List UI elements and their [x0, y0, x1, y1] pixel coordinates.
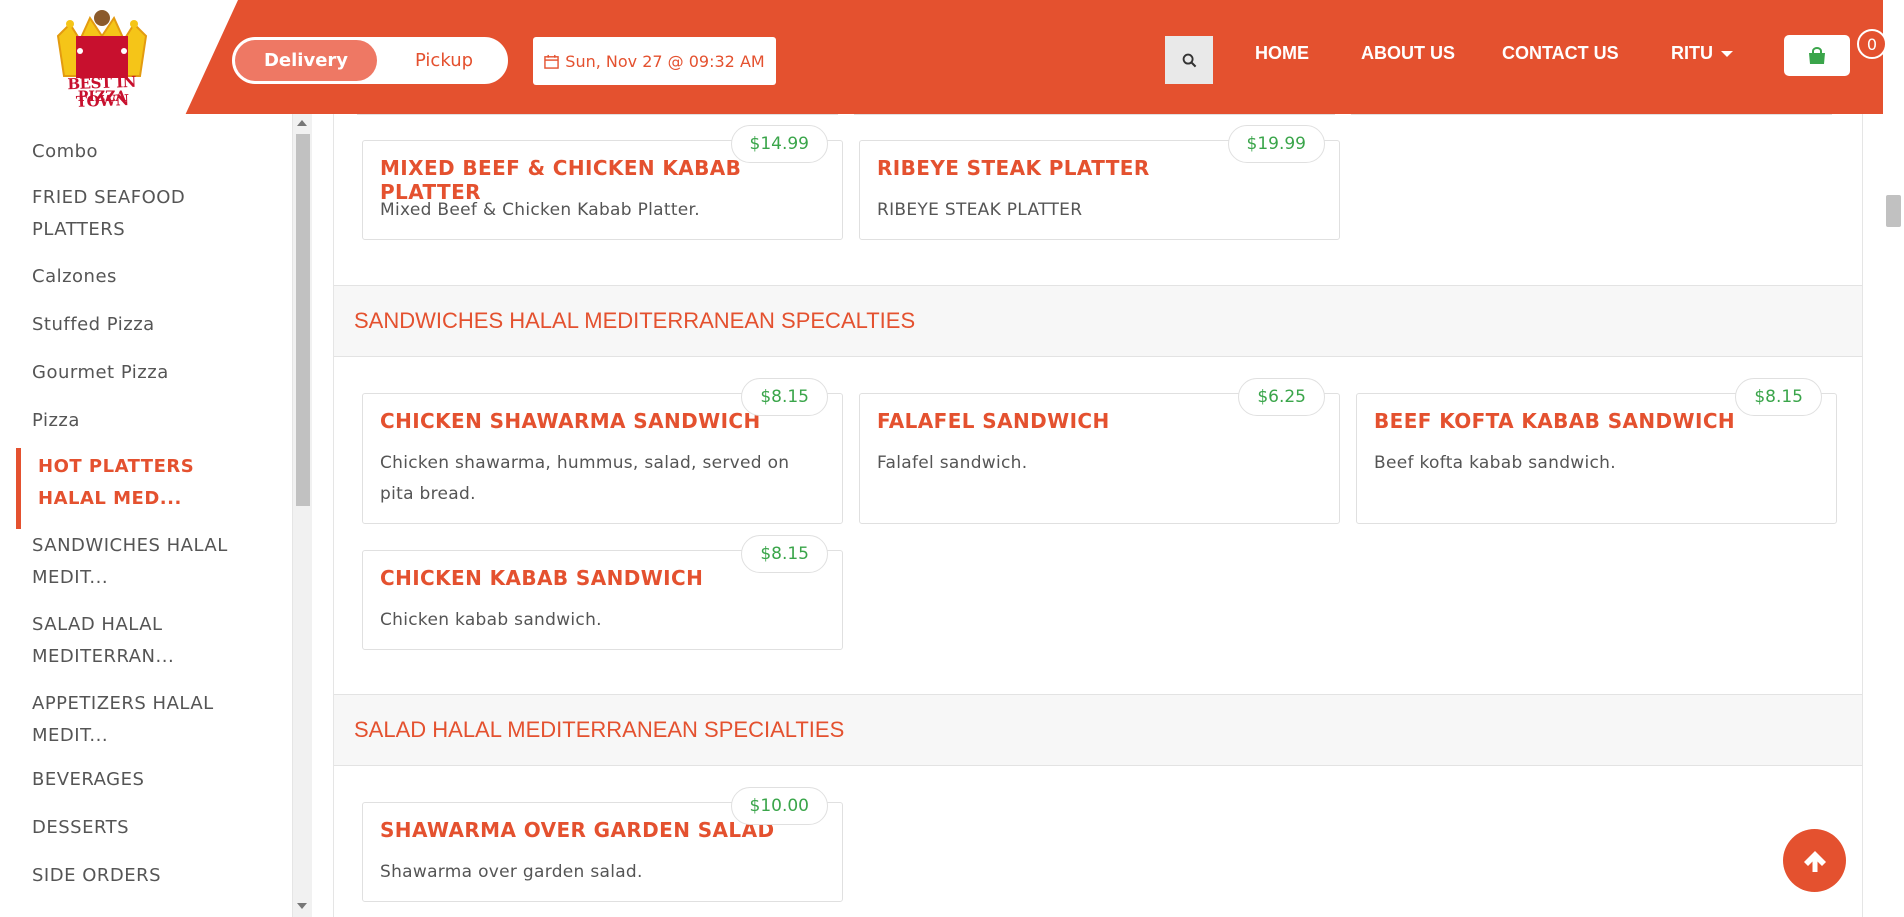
- menu-item-price: $8.15: [741, 535, 828, 573]
- caret-down-icon: [1721, 51, 1733, 58]
- cart-button[interactable]: [1784, 35, 1850, 76]
- menu-item-description: RIBEYE STEAK PLATTER: [877, 200, 1083, 220]
- sidebar-item-salad[interactable]: SALAD HALAL MEDITERRAN...: [32, 609, 242, 673]
- user-name: RITU: [1671, 43, 1713, 63]
- sidebar-item-combo[interactable]: Combo: [32, 136, 272, 168]
- order-type-toggle: Delivery Pickup: [231, 36, 509, 85]
- cart-count-badge: 0: [1857, 29, 1887, 59]
- sidebar-item-beverages[interactable]: BEVERAGES: [32, 764, 272, 796]
- nav-about-us-link[interactable]: ABOUT US: [1361, 43, 1455, 64]
- menu-item-name: SHAWARMA OVER GARDEN SALAD: [380, 818, 775, 842]
- sidebar-item-stuffed-pizza[interactable]: Stuffed Pizza: [32, 309, 272, 341]
- search-button[interactable]: [1165, 36, 1213, 84]
- menu-content: MIXED BEEF & CHICKEN KABAB PLATTER Mixed…: [333, 114, 1863, 917]
- delivery-toggle-button[interactable]: Delivery: [235, 40, 377, 81]
- menu-item-name: FALAFEL SANDWICH: [877, 409, 1110, 433]
- pickup-toggle-button[interactable]: Pickup: [382, 40, 506, 81]
- order-datetime-button[interactable]: Sun, Nov 27 @ 09:32 AM: [533, 37, 776, 85]
- menu-item-card[interactable]: CHICKEN KABAB SANDWICH Chicken kabab san…: [362, 535, 843, 650]
- category-sidebar: Combo FRIED SEAFOOD PLATTERS Calzones St…: [0, 114, 293, 917]
- page-scrollbar-thumb[interactable]: [1886, 195, 1901, 227]
- menu-item-name: BEEF KOFTA KABAB SANDWICH: [1374, 409, 1736, 433]
- calendar-icon: [544, 54, 560, 69]
- scroll-up-arrow-icon[interactable]: [297, 120, 307, 126]
- sidebar-item-sandwiches[interactable]: SANDWICHES HALAL MEDIT...: [32, 530, 242, 594]
- section-title: SANDWICHES HALAL MEDITERRANEAN SPECALTIE…: [354, 308, 916, 333]
- sidebar-item-side-orders[interactable]: SIDE ORDERS: [32, 860, 272, 892]
- sidebar-item-appetizers[interactable]: APPETIZERS HALAL MEDIT...: [32, 688, 242, 752]
- sidebar-item-gourmet-pizza[interactable]: Gourmet Pizza: [32, 357, 272, 389]
- logo-text-line2: PIZZA: [77, 89, 127, 105]
- menu-item-card[interactable]: RIBEYE STEAK PLATTER RIBEYE STEAK PLATTE…: [859, 125, 1340, 240]
- menu-item-price: $14.99: [730, 125, 828, 163]
- card-edge: [357, 114, 838, 115]
- nav-home-link[interactable]: HOME: [1255, 43, 1309, 64]
- menu-item-card[interactable]: SHAWARMA OVER GARDEN SALAD Shawarma over…: [362, 787, 843, 902]
- sidebar-item-fried-seafood-platters[interactable]: FRIED SEAFOOD PLATTERS: [32, 182, 272, 246]
- menu-item-card[interactable]: FALAFEL SANDWICH Falafel sandwich. $6.25: [859, 378, 1340, 524]
- sidebar-scrollbar-thumb[interactable]: [296, 134, 310, 506]
- menu-item-name: CHICKEN KABAB SANDWICH: [380, 566, 704, 590]
- card-edge: [854, 114, 1335, 115]
- arrow-up-icon: [1803, 850, 1826, 872]
- section-header-sandwiches: SANDWICHES HALAL MEDITERRANEAN SPECALTIE…: [334, 285, 1862, 357]
- menu-item-price: $6.25: [1238, 378, 1325, 416]
- menu-item-description: Mixed Beef & Chicken Kabab Platter.: [380, 200, 700, 220]
- menu-item-description: Beef kofta kabab sandwich.: [1374, 453, 1616, 473]
- card-edge: [1351, 114, 1832, 115]
- menu-item-description: Shawarma over garden salad.: [380, 862, 643, 882]
- shopping-bag-icon: [1809, 46, 1825, 64]
- scroll-down-arrow-icon[interactable]: [297, 903, 307, 909]
- order-datetime-text: Sun, Nov 27 @ 09:32 AM: [565, 51, 765, 71]
- scroll-to-top-button[interactable]: [1783, 829, 1846, 892]
- menu-item-card[interactable]: MIXED BEEF & CHICKEN KABAB PLATTER Mixed…: [362, 125, 843, 240]
- section-header-salad: SALAD HALAL MEDITERRANEAN SPECIALTIES: [334, 694, 1862, 766]
- nav-contact-us-link[interactable]: CONTACT US: [1502, 43, 1619, 64]
- sidebar-item-calzones[interactable]: Calzones: [32, 261, 272, 293]
- menu-item-price: $8.15: [741, 378, 828, 416]
- section-title: SALAD HALAL MEDITERRANEAN SPECIALTIES: [354, 717, 845, 742]
- menu-item-description: Falafel sandwich.: [877, 453, 1028, 473]
- menu-item-description: Chicken kabab sandwich.: [380, 610, 602, 630]
- page-scrollbar[interactable]: [1883, 114, 1904, 917]
- user-menu-dropdown[interactable]: RITU: [1671, 43, 1733, 64]
- search-icon: [1182, 53, 1196, 67]
- menu-item-name: CHICKEN SHAWARMA SANDWICH: [380, 409, 761, 433]
- sidebar-item-pizza[interactable]: Pizza: [32, 405, 272, 437]
- menu-item-name: RIBEYE STEAK PLATTER: [877, 156, 1150, 180]
- menu-item-card[interactable]: BEEF KOFTA KABAB SANDWICH Beef kofta kab…: [1356, 378, 1837, 524]
- menu-item-price: $8.15: [1735, 378, 1822, 416]
- site-header: BEST IN TOWN PIZZA Delivery Pickup Sun, …: [0, 0, 1887, 114]
- menu-item-description: Chicken shawarma, hummus, salad, served …: [380, 453, 790, 504]
- sidebar-item-desserts[interactable]: DESSERTS: [32, 812, 272, 844]
- sidebar-item-hot-platters[interactable]: HOT PLATTERS HALAL MED...: [38, 451, 248, 515]
- menu-item-price: $19.99: [1227, 125, 1325, 163]
- menu-item-card[interactable]: CHICKEN SHAWARMA SANDWICH Chicken shawar…: [362, 378, 843, 524]
- active-indicator: [16, 448, 21, 529]
- menu-item-price: $10.00: [730, 787, 828, 825]
